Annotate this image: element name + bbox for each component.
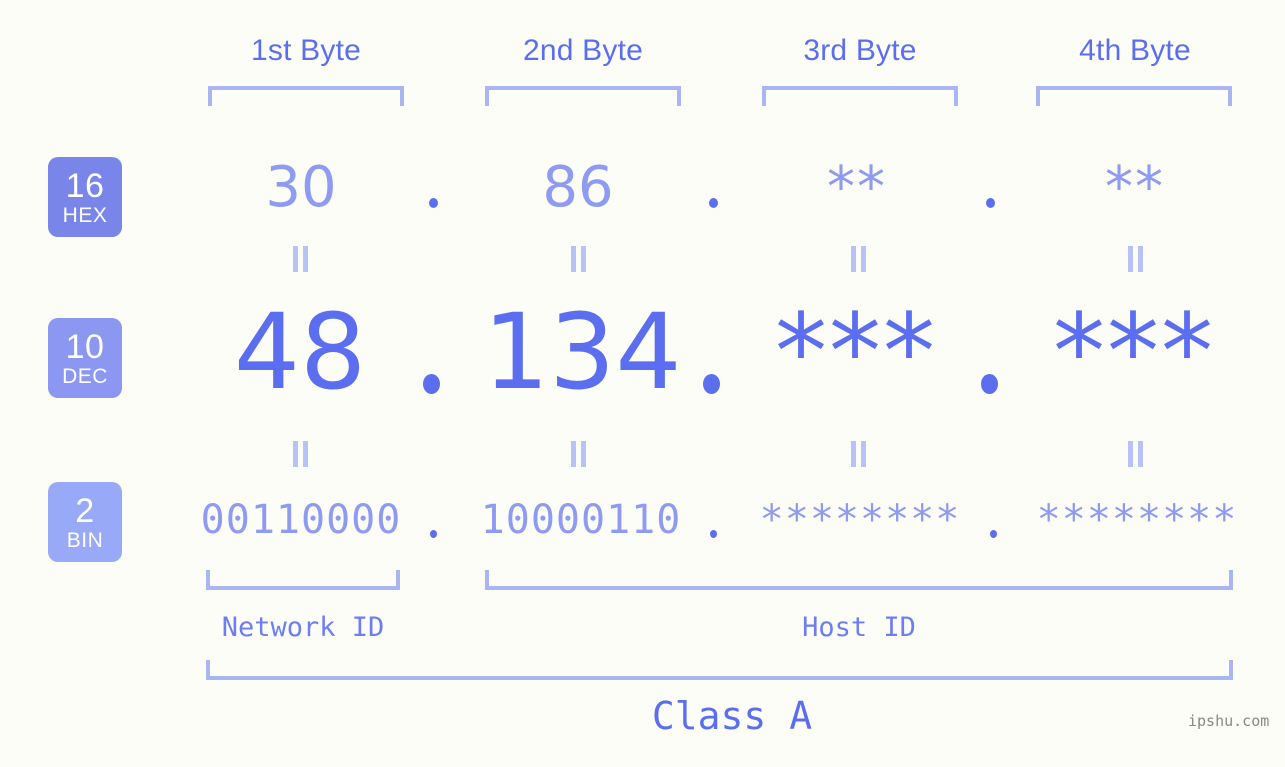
ip-address-breakdown-diagram: 1st Byte 2nd Byte 3rd Byte 4th Byte 16 H… [0,0,1285,767]
dec-byte-value-3: *** [775,291,937,413]
bin-separator-dot-1 [430,530,437,538]
dec-byte-value-2: 134 [483,291,682,413]
base-badge-hex-name: HEX [62,203,108,227]
dec-byte-value-4: *** [1053,291,1215,413]
bin-separator-dot-2 [710,530,717,538]
equality-marker-hex-dec-4 [1127,246,1145,272]
byte-header-label-3: 3rd Byte [803,34,917,67]
byte-header-bracket-1 [208,86,404,106]
base-badge-dec: 10 DEC [48,318,122,398]
base-badge-hex: 16 HEX [48,157,122,237]
host-id-bracket [485,570,1233,590]
hex-separator-dot-3 [986,198,995,208]
dec-separator-dot-1 [423,374,440,394]
byte-header-label-1: 1st Byte [251,34,361,67]
base-badge-hex-number: 16 [65,166,105,205]
byte-header-bracket-3 [762,86,958,106]
bin-separator-dot-3 [990,530,997,538]
bin-byte-value-1: 00110000 [200,497,402,543]
byte-header-label-2: 2nd Byte [522,34,644,67]
network-id-bracket [206,570,400,590]
dec-separator-dot-2 [703,374,720,394]
hex-separator-dot-1 [429,198,438,208]
equality-marker-dec-bin-1 [292,441,310,467]
class-label: Class A [651,694,813,738]
hex-byte-value-3: ** [827,155,887,220]
base-badge-bin-name: BIN [66,528,104,552]
site-watermark: ipshu.com [1188,712,1270,730]
base-badge-bin-number: 2 [75,491,95,530]
hex-byte-value-4: ** [1105,155,1165,220]
equality-marker-dec-bin-2 [570,441,588,467]
host-id-label: Host ID [802,612,916,643]
bin-byte-value-4: ******** [1036,497,1238,543]
bin-byte-value-3: ******** [759,497,961,543]
byte-header-bracket-4 [1036,86,1232,106]
equality-marker-hex-dec-3 [850,246,868,272]
base-badge-dec-name: DEC [62,364,108,388]
byte-header-label-4: 4th Byte [1079,34,1191,67]
dec-separator-dot-3 [981,374,998,394]
equality-marker-dec-bin-4 [1127,441,1145,467]
network-id-label: Network ID [221,612,385,643]
byte-header-bracket-2 [485,86,681,106]
bin-byte-value-2: 10000110 [480,497,682,543]
equality-marker-hex-dec-1 [292,246,310,272]
equality-marker-hex-dec-2 [570,246,588,272]
hex-byte-value-1: 30 [265,155,337,220]
class-bracket [206,660,1233,680]
dec-byte-value-1: 48 [233,291,367,413]
base-badge-dec-number: 10 [65,327,105,366]
equality-marker-dec-bin-3 [850,441,868,467]
base-badge-bin: 2 BIN [48,482,122,562]
hex-byte-value-2: 86 [542,155,614,220]
hex-separator-dot-2 [709,198,718,208]
